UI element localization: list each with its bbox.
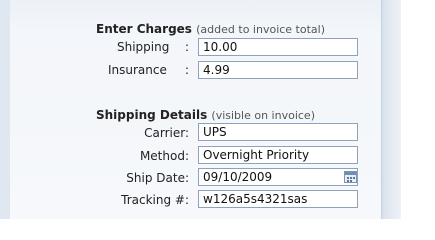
shipping-charge-input[interactable] (198, 38, 358, 56)
shipping-details-title: Shipping Details (96, 108, 208, 122)
enter-charges-title: Enter Charges (96, 22, 192, 36)
insurance-charge-input[interactable] (198, 61, 358, 79)
shipping-details-note: (visible on invoice) (211, 109, 315, 122)
insurance-colon: : (185, 63, 190, 77)
carrier-input[interactable] (198, 123, 358, 141)
calendar-icon[interactable] (344, 171, 357, 183)
shipping-colon: : (185, 40, 190, 54)
shipping-details-heading: Shipping Details (visible on invoice) (96, 108, 315, 122)
ship-date-label: Ship Date: (126, 171, 189, 185)
carrier-label: Carrier: (144, 126, 189, 140)
shipping-label: Shipping (117, 40, 170, 54)
method-label: Method: (139, 149, 189, 163)
charges-form-panel: Enter Charges (added to invoice total) S… (10, 0, 382, 219)
ship-date-input[interactable] (198, 168, 358, 186)
insurance-label: Insurance (108, 63, 167, 77)
enter-charges-note: (added to invoice total) (196, 23, 326, 36)
method-input[interactable] (198, 146, 358, 164)
enter-charges-heading: Enter Charges (added to invoice total) (96, 22, 325, 36)
tracking-label: Tracking #: (121, 193, 189, 207)
panel-gutter (382, 0, 401, 219)
tracking-number-input[interactable] (198, 190, 358, 208)
right-margin (401, 0, 435, 219)
